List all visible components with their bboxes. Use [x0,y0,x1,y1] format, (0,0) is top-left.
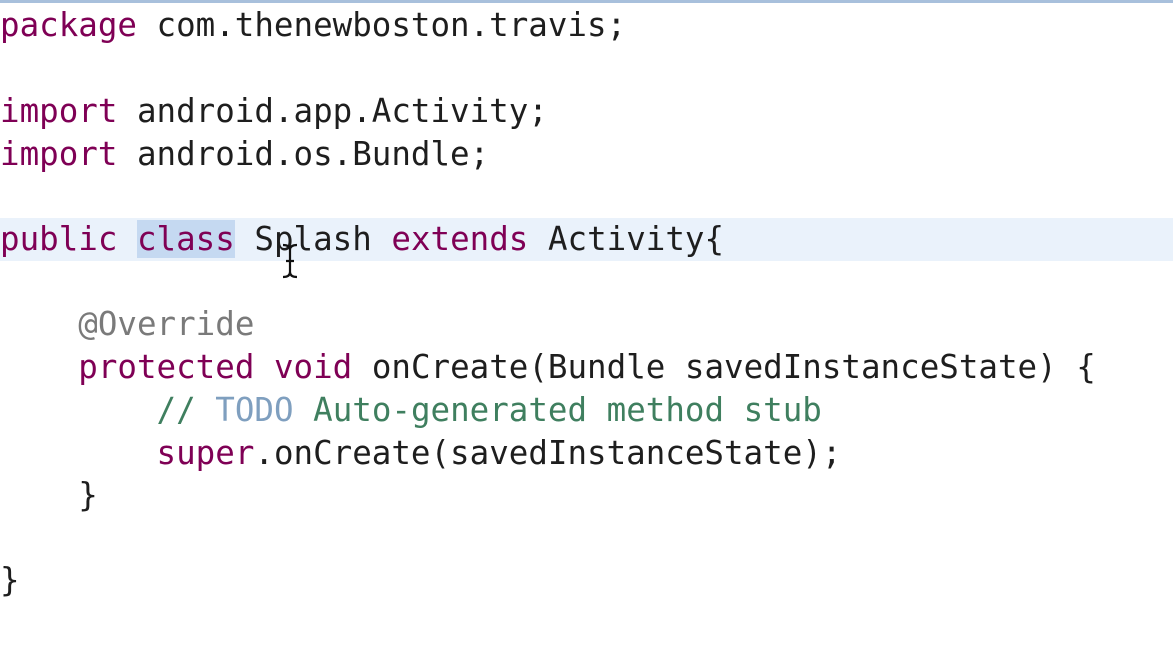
comment-text: Auto-generated method stub [313,391,822,429]
code-line-9[interactable]: protected void onCreate(Bundle savedInst… [0,346,1173,389]
code-line-6-current[interactable]: public class Splash extends Activity{ [0,218,1173,261]
method-signature: onCreate(Bundle savedInstanceState) { [371,348,1096,386]
import-activity: android.app.Activity; [117,92,548,130]
code-line-12[interactable]: } [0,474,1173,517]
keyword-extends: extends [391,220,529,258]
code-line-1[interactable]: package com.thenewboston.travis; [0,4,1173,47]
class-closing-brace: } [0,561,20,599]
keyword-protected: protected [78,348,255,386]
import-bundle: android.os.Bundle; [117,135,490,173]
method-closing-brace: } [78,476,98,514]
keyword-import: import [0,92,118,130]
code-line-10[interactable]: // TODO Auto-generated method stub [0,389,1173,432]
code-editor[interactable]: package com.thenewboston.travis; import … [0,0,1173,648]
code-line-11[interactable]: super.onCreate(savedInstanceState); [0,432,1173,475]
comment-slashes: // [156,391,196,429]
code-line-4[interactable]: import android.os.Bundle; [0,133,1173,176]
keyword-import: import [0,135,118,173]
code-line-8[interactable]: @Override [0,303,1173,346]
package-name: com.thenewboston.travis; [136,6,627,44]
keyword-package: package [0,6,137,44]
super-call: .onCreate(savedInstanceState); [254,434,842,472]
code-line-3[interactable]: import android.app.Activity; [0,90,1173,133]
annotation-override: @Override [78,305,255,343]
keyword-public: public [0,220,118,258]
keyword-super: super [156,434,255,472]
code-line-14[interactable]: } [0,559,1173,602]
keyword-void: void [273,348,353,386]
parent-class: Activity{ [547,220,725,258]
text-cursor-icon [282,243,298,279]
comment-todo-tag: TODO [215,391,294,429]
class-name: Splash [254,220,372,258]
keyword-class-selected[interactable]: class [136,220,235,258]
